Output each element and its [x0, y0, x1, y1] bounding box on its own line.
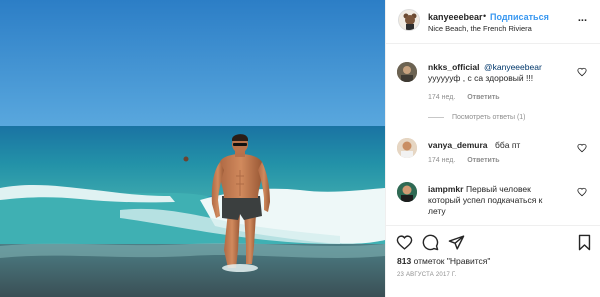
comment-meta: 174 нед. Ответить	[428, 94, 510, 101]
header-separator: •	[483, 11, 487, 21]
bear-avatar-icon	[399, 10, 419, 30]
author-avatar[interactable]	[398, 9, 420, 31]
post-date: 23 АВГУСТА 2017 Г.	[397, 272, 457, 278]
heart-icon[interactable]	[396, 234, 413, 251]
more-options-icon[interactable]: ...	[578, 12, 587, 24]
reply-button[interactable]: Ответить	[467, 157, 499, 164]
post-actions: 813 отметок "Нравится" 23 АВГУСТА 2017 Г…	[386, 225, 600, 297]
user-photo-icon	[397, 138, 417, 158]
comment-text: ууууууф , с са здоровый !!!	[428, 73, 534, 83]
beach-photo-illustration	[0, 0, 385, 297]
like-comment-heart-icon[interactable]	[577, 143, 587, 153]
post-photo[interactable]	[0, 0, 385, 297]
comment-item: vanya_demura ббa пт 174 нед. Ответить	[386, 134, 600, 174]
commenter-avatar[interactable]	[397, 138, 417, 158]
comment-age: 174 нед.	[428, 94, 456, 101]
author-username[interactable]: kanyeeebear	[428, 12, 483, 22]
comment-icon[interactable]	[422, 234, 439, 251]
replies-divider-line	[428, 116, 444, 118]
view-replies-link[interactable]: Посмотреть ответы (1)	[428, 114, 526, 121]
comment-text-line: который успел подкачаться к	[428, 195, 543, 205]
comment-meta: 174 нед. Ответить	[428, 157, 510, 164]
user-photo-icon	[397, 62, 417, 82]
user-photo-icon	[397, 182, 417, 202]
commenter-username[interactable]: nkks_official	[428, 62, 480, 72]
reply-button[interactable]: Ответить	[467, 94, 499, 101]
comment-text: ббa пт	[495, 140, 521, 150]
post-side-panel: kanyeeebear • Подписаться Nice Beach, th…	[385, 0, 600, 297]
likes-label: отметок "Нравится"	[413, 256, 491, 266]
post-location[interactable]: Nice Beach, the French Riviera	[428, 24, 532, 33]
commenter-avatar[interactable]	[397, 182, 417, 202]
comment-text-line: Первый человек	[466, 184, 531, 194]
comment-age: 174 нед.	[428, 157, 456, 164]
commenter-username[interactable]: iampmkr	[428, 184, 463, 194]
post-header: kanyeeebear • Подписаться Nice Beach, th…	[386, 0, 600, 44]
comment-item: nkks_official @kanyeeebear ууууууф , с с…	[386, 56, 600, 116]
like-comment-heart-icon[interactable]	[577, 67, 587, 77]
commenter-username[interactable]: vanya_demura	[428, 140, 488, 150]
comment-text-line: лету	[428, 206, 446, 216]
view-replies-label: Посмотреть ответы (1)	[452, 114, 526, 121]
commenter-avatar[interactable]	[397, 62, 417, 82]
bookmark-icon[interactable]	[576, 234, 593, 251]
like-comment-heart-icon[interactable]	[577, 187, 587, 197]
likes-number: 813	[397, 256, 412, 266]
comment-item: iampmkr Первый человек который успел под…	[386, 178, 600, 223]
follow-button[interactable]: Подписаться	[490, 12, 549, 22]
comment-mention[interactable]: @kanyeeebear	[484, 62, 542, 73]
likes-count[interactable]: 813 отметок "Нравится"	[397, 256, 490, 266]
share-icon[interactable]	[448, 234, 465, 251]
